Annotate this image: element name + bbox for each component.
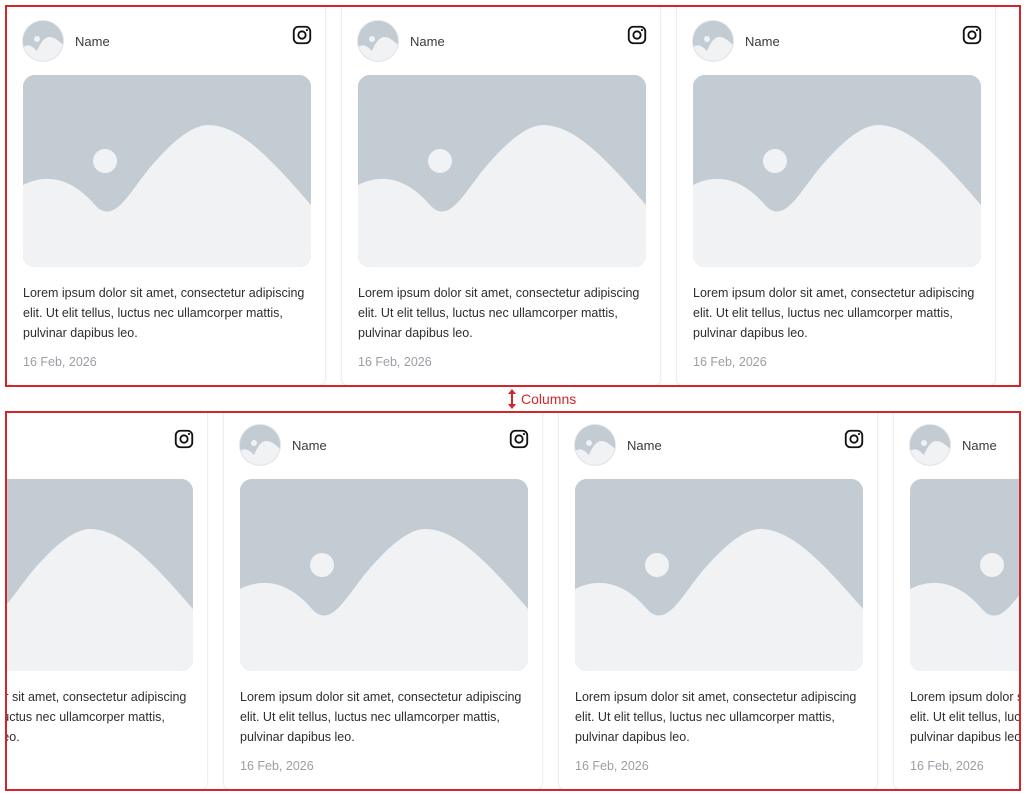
post-date: 16 Feb, 2026 [358, 355, 432, 369]
avatar [575, 425, 615, 465]
author-name: Name [627, 438, 662, 453]
post-date: 16 Feb, 2026 [23, 355, 97, 369]
columns-label-text: Columns [521, 391, 577, 407]
post-date: 16 Feb, 2026 [575, 759, 649, 773]
post-card[interactable]: Name Lorem ipsum dolor sit amet, consect… [7, 7, 325, 385]
post-card[interactable]: Name Lorem ipsum dolor sit amet, consect… [559, 413, 877, 789]
avatar [358, 21, 398, 61]
person-placeholder-icon [693, 21, 733, 61]
post-date: 16 Feb, 2026 [240, 759, 314, 773]
author-name: Name [745, 34, 780, 49]
instagram-icon[interactable] [626, 24, 648, 46]
post-text: Lorem ipsum dolor sit amet, consectetur … [575, 690, 857, 744]
columns-bottom-frame: Name Lorem ipsum dolor sit amet, consect… [5, 411, 1021, 791]
post-card[interactable]: Name Lorem ipsum dolor sit amet, consect… [7, 413, 207, 789]
image-placeholder [910, 479, 1019, 671]
avatar [240, 425, 280, 465]
post-text: Lorem ipsum dolor sit amet, consectetur … [7, 690, 187, 744]
image-placeholder [575, 479, 863, 671]
image-placeholder [358, 75, 646, 267]
image-placeholder-icon [575, 479, 863, 671]
author-name: Name [962, 438, 997, 453]
post-date: 16 Feb, 2026 [910, 759, 984, 773]
instagram-icon[interactable] [508, 428, 530, 450]
post-card[interactable]: Name Lorem ipsum dolor sit amet, consect… [677, 7, 995, 385]
person-placeholder-icon [23, 21, 63, 61]
avatar [910, 425, 950, 465]
post-text: Lorem ipsum dolor sit amet, consectetur … [910, 690, 1021, 744]
instagram-icon[interactable] [843, 428, 865, 450]
post-text: Lorem ipsum dolor sit amet, consectetur … [358, 286, 640, 340]
image-placeholder [7, 479, 193, 671]
avatar [693, 21, 733, 61]
person-placeholder-icon [358, 21, 398, 61]
author-name: Name [75, 34, 110, 49]
post-text: Lorem ipsum dolor sit amet, consectetur … [240, 690, 522, 744]
person-placeholder-icon [910, 425, 950, 465]
columns-top-frame: Name Lorem ipsum dolor sit amet, consect… [5, 5, 1021, 387]
post-date: 16 Feb, 2026 [693, 355, 767, 369]
instagram-icon[interactable] [291, 24, 313, 46]
instagram-icon[interactable] [173, 428, 195, 450]
person-placeholder-icon [240, 425, 280, 465]
image-placeholder-icon [7, 479, 193, 671]
image-placeholder-icon [358, 75, 646, 267]
image-placeholder-icon [240, 479, 528, 671]
author-name: Name [292, 438, 327, 453]
image-placeholder-icon [910, 479, 1019, 671]
image-placeholder-icon [693, 75, 981, 267]
columns-spacing-label: Columns [507, 389, 576, 409]
image-placeholder [693, 75, 981, 267]
post-card[interactable]: Name Lorem ipsum dolor sit amet, consect… [894, 413, 1021, 789]
post-text: Lorem ipsum dolor sit amet, consectetur … [23, 286, 305, 340]
person-placeholder-icon [575, 425, 615, 465]
image-placeholder [240, 479, 528, 671]
instagram-icon[interactable] [961, 24, 983, 46]
post-card[interactable]: Name Lorem ipsum dolor sit amet, consect… [342, 7, 660, 385]
image-placeholder [23, 75, 311, 267]
vertical-double-arrow-icon [508, 389, 516, 409]
post-text: Lorem ipsum dolor sit amet, consectetur … [693, 286, 975, 340]
author-name: Name [410, 34, 445, 49]
avatar [23, 21, 63, 61]
image-placeholder-icon [23, 75, 311, 267]
post-card[interactable]: Name Lorem ipsum dolor sit amet, consect… [224, 413, 542, 789]
